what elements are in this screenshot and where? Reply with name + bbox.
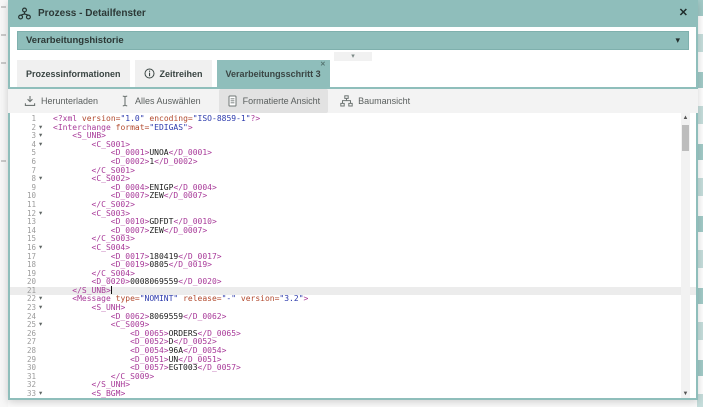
fold-arrow-icon[interactable]: ▾	[36, 141, 50, 150]
button-label: Formatierte Ansicht	[242, 96, 321, 106]
fold-arrow-icon[interactable]: ▾	[36, 124, 50, 133]
scrollbar-thumb[interactable]	[682, 125, 689, 151]
fold-arrow-icon[interactable]: ▾	[36, 304, 50, 313]
fold-arrow-icon[interactable]: ▾	[36, 210, 50, 219]
fold-arrow-icon[interactable]: ▾	[36, 390, 50, 398]
download-icon	[24, 95, 36, 107]
code-text: <S_BGM>	[91, 389, 126, 398]
xml-editor[interactable]: 1 <?xml version="1.0" encoding="ISO-8859-…	[10, 113, 696, 398]
info-icon	[144, 68, 155, 79]
select-all-button[interactable]: Alles Auswählen	[112, 89, 209, 113]
button-label: Herunterladen	[41, 96, 99, 106]
text-cursor	[110, 286, 112, 295]
fold-arrow-icon[interactable]: ▾	[36, 321, 50, 330]
tree-view-button[interactable]: Baumansicht	[332, 89, 418, 113]
close-icon[interactable]: ✕	[679, 8, 688, 19]
chevron-down-icon: ▾	[675, 35, 680, 45]
tab-zeitreihen[interactable]: Zeitreihen	[134, 60, 212, 87]
collapse-handle[interactable]: ▾	[334, 52, 372, 61]
chevron-down-icon: ▾	[351, 53, 355, 60]
editor-scrollbar[interactable]: ▲ ▼	[681, 113, 690, 398]
code-line[interactable]: 20 <D_0020>0008069559</D_0020>	[10, 277, 696, 287]
tab-label: Zeitreihen	[159, 68, 203, 79]
tree-icon	[340, 95, 353, 107]
tab-label: Prozessinformationen	[26, 68, 121, 79]
download-button[interactable]: Herunterladen	[16, 89, 106, 113]
line-number: 33	[26, 389, 36, 398]
verarbeitungshistorie-header[interactable]: Verarbeitungshistorie ▾	[17, 31, 689, 50]
fold-arrow-icon[interactable]: ▾	[36, 175, 50, 184]
scroll-up-icon[interactable]: ▲	[681, 113, 690, 122]
tab-close-icon[interactable]: ✕	[320, 61, 325, 69]
tab-label: Verarbeitungsschritt 3	[225, 68, 321, 79]
document-icon	[227, 95, 238, 107]
process-detail-dialog: Prozess - Detailfenster ✕ Verarbeitungsh…	[8, 0, 698, 400]
dialog-title: Prozess - Detailfenster	[38, 8, 146, 19]
code-line[interactable]: 2 ▾ <Interchange format="EDIGAS">	[10, 123, 696, 133]
select-all-icon	[120, 95, 130, 107]
button-label: Alles Auswählen	[135, 96, 201, 106]
code-line[interactable]: 33 ▾ <S_BGM>	[10, 389, 696, 398]
button-label: Baumansicht	[358, 96, 411, 106]
history-section-label: Verarbeitungshistorie	[26, 35, 124, 46]
code-lines: 1 <?xml version="1.0" encoding="ISO-8859-…	[10, 114, 696, 398]
tab-verarbeitungsschritt-3[interactable]: Verarbeitungsschritt 3 ✕	[216, 60, 330, 87]
fold-arrow-icon[interactable]: ▾	[36, 295, 50, 304]
fold-arrow-icon[interactable]: ▾	[36, 244, 50, 253]
tab-strip: Prozessinformationen Zeitreihen Verarbei…	[17, 60, 330, 87]
tab-prozessinformationen[interactable]: Prozessinformationen	[17, 60, 130, 87]
fold-arrow-icon[interactable]: ▾	[36, 132, 50, 141]
background-page-left-edge	[0, 0, 8, 407]
dialog-titlebar: Prozess - Detailfenster ✕	[8, 0, 698, 27]
toolbar: Herunterladen Alles Auswählen Formatiert…	[8, 89, 698, 113]
formatted-view-button[interactable]: Formatierte Ansicht	[218, 89, 329, 113]
process-network-icon	[18, 7, 31, 20]
scroll-down-icon[interactable]: ▼	[681, 389, 690, 398]
